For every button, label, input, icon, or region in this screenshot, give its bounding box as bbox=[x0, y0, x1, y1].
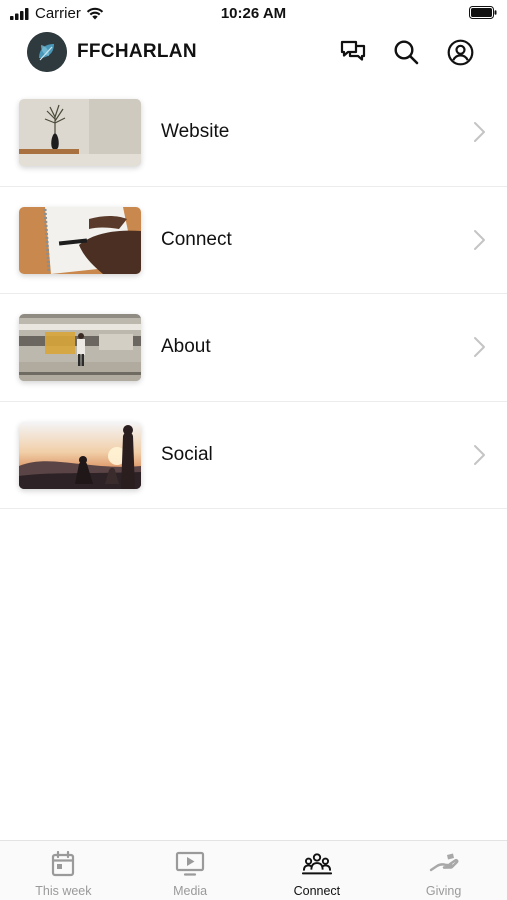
giving-hand-icon bbox=[429, 851, 459, 877]
calendar-icon bbox=[48, 851, 78, 877]
list-item-label: About bbox=[161, 336, 211, 357]
list-item-label: Website bbox=[161, 121, 230, 142]
list-item-label: Connect bbox=[161, 228, 232, 250]
tab-label: Media bbox=[173, 884, 208, 898]
social-thumbnail bbox=[19, 421, 141, 489]
leaf-logo-icon bbox=[27, 32, 67, 72]
tab-giving[interactable]: Giving bbox=[380, 841, 507, 900]
connect-thumbnail bbox=[19, 206, 141, 274]
list-item-website[interactable]: Website bbox=[0, 79, 507, 187]
chevron-right-icon bbox=[474, 444, 485, 465]
search-button[interactable] bbox=[392, 38, 420, 66]
tab-label: This week bbox=[35, 884, 92, 898]
tab-this-week[interactable]: This week bbox=[0, 841, 127, 900]
battery-icon bbox=[469, 6, 497, 24]
tab-media[interactable]: Media bbox=[127, 841, 254, 900]
chevron-right-icon bbox=[474, 337, 485, 357]
chat-button[interactable] bbox=[339, 38, 367, 66]
status-bar: Carrier 10:26 AM bbox=[0, 0, 507, 28]
website-thumbnail bbox=[19, 99, 141, 166]
group-icon bbox=[301, 851, 332, 877]
about-thumbnail bbox=[19, 314, 141, 381]
app-header: FFCHARLAN bbox=[0, 28, 507, 78]
app-title: FFCHARLAN bbox=[77, 41, 197, 62]
chevron-right-icon bbox=[474, 229, 485, 250]
chevron-right-icon bbox=[474, 122, 485, 142]
tab-label: Connect bbox=[293, 884, 341, 898]
chat-bubbles-icon bbox=[340, 40, 366, 61]
list-item-social[interactable]: Social bbox=[0, 402, 507, 509]
app-logo[interactable] bbox=[27, 32, 67, 72]
connect-list: Website Connect About Social bbox=[0, 79, 507, 509]
status-time: 10:26 AM bbox=[220, 5, 287, 22]
profile-icon bbox=[447, 39, 473, 65]
play-screen-icon bbox=[175, 851, 205, 877]
list-item-about[interactable]: About bbox=[0, 294, 507, 402]
tab-connect[interactable]: Connect bbox=[254, 841, 381, 900]
search-icon bbox=[394, 40, 419, 65]
list-item-connect[interactable]: Connect bbox=[0, 187, 507, 294]
profile-button[interactable] bbox=[446, 38, 474, 66]
list-item-label: Social bbox=[161, 443, 213, 465]
tab-bar: This week Media Connect Giving bbox=[0, 840, 507, 900]
tab-label: Giving bbox=[425, 884, 462, 898]
